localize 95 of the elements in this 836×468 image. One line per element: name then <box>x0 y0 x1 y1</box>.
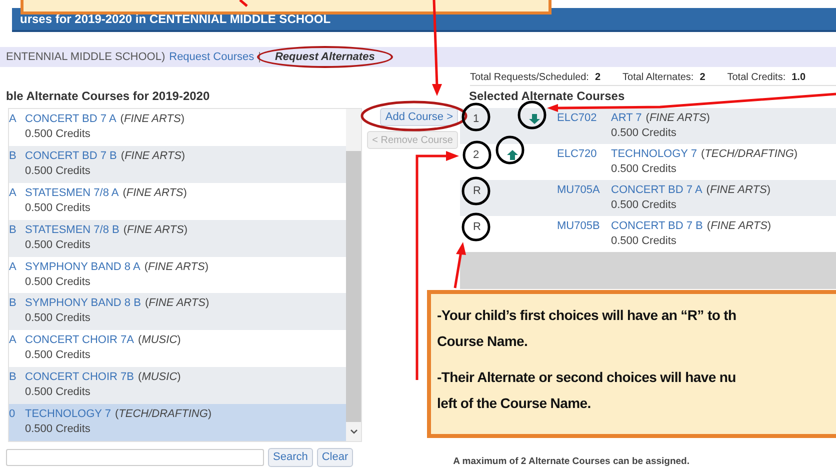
course-code: A <box>9 260 18 273</box>
course-credits: 0.500 Credits <box>25 386 92 398</box>
course-row[interactable]: B CONCERT BD 7 B (FINE ARTS) 0.500 Credits <box>9 146 346 183</box>
callout-text: Course Name. <box>437 332 529 351</box>
course-credits: 0.500 Credits <box>611 127 678 139</box>
rank-label: R <box>473 185 481 197</box>
course-link[interactable]: STATESMEN 7/8 A <box>25 186 119 199</box>
rank-label: 2 <box>473 149 480 161</box>
highlight-circle <box>462 102 490 132</box>
search-button[interactable]: Search <box>268 448 313 466</box>
course-code-link[interactable]: MU705B <box>557 220 611 232</box>
search-field[interactable] <box>6 448 264 466</box>
total-label: Total Requests/Scheduled: <box>470 72 589 85</box>
course-credits: 0.500 Credits <box>25 423 92 436</box>
course-link[interactable]: CONCERT BD 7 B <box>611 220 703 232</box>
course-credits: 0.500 Credits <box>25 202 92 214</box>
course-department: (FINE ARTS) <box>123 224 188 236</box>
course-link[interactable]: CONCERT CHOIR 7A <box>25 334 134 346</box>
course-link[interactable]: CONCERT CHOIR 7B <box>25 371 134 384</box>
course-link[interactable]: CONCERT BD 7 A <box>25 113 116 125</box>
course-code-link[interactable]: ELC702 <box>557 112 611 124</box>
course-link[interactable]: SYMPHONY BAND 8 B <box>25 297 141 310</box>
course-code: B <box>9 297 18 310</box>
highlight-circle <box>518 100 546 130</box>
total-value: 1.0 <box>792 72 806 85</box>
course-department: (FINE ARTS) <box>120 150 186 162</box>
clear-button[interactable]: Clear <box>316 448 354 466</box>
course-department: (MUSIC) <box>138 334 181 346</box>
course-credits: 0.500 Credits <box>25 276 92 288</box>
course-credits: 0.500 Credits <box>25 238 92 251</box>
highlight-circle <box>462 212 490 242</box>
section-heading: Selected Alternate Courses <box>468 89 625 103</box>
course-department: (FINE ARTS) <box>646 112 710 124</box>
breadcrumb-text: ENTENNIAL MIDDLE SCHOOL) <box>6 51 166 63</box>
course-department: (MUSIC) <box>138 371 181 384</box>
scrollbar[interactable] <box>346 109 361 441</box>
breadcrumb-link[interactable]: Request Alternates <box>274 51 375 63</box>
highlight-circle <box>496 136 524 164</box>
move-up-icon[interactable] <box>507 150 518 160</box>
course-department: (FINE ARTS) <box>706 184 770 196</box>
course-department: (FINE ARTS) <box>144 260 209 273</box>
course-credits: 0.500 Credits <box>611 235 678 247</box>
course-code: A <box>9 113 18 125</box>
course-link[interactable]: TECHNOLOGY 7 <box>611 148 697 160</box>
callout-text: -Their Alternate or second choices will have nu <box>437 368 737 387</box>
course-credits: 0.500 Credits <box>25 312 92 324</box>
course-credits: 0.500 Credits <box>25 349 92 362</box>
course-row[interactable]: B SYMPHONY BAND 8 B (FINE ARTS) 0.500 Credits <box>9 293 346 330</box>
course-department: (FINE ARTS) <box>706 220 772 232</box>
callout-text: left of the Course Name. <box>437 394 592 413</box>
course-credits: 0.500 Credits <box>611 163 678 175</box>
course-department: (FINE ARTS) <box>120 113 184 125</box>
course-code: B <box>9 224 18 236</box>
highlight-circle <box>462 176 490 206</box>
course-department: (FINE ARTS) <box>144 297 210 310</box>
course-row[interactable]: 0 TECHNOLOGY 7 (TECH/DRAFTING) 0.500 Credits <box>9 404 346 442</box>
section-heading: ble Alternate Courses for 2019-2020 <box>5 89 211 103</box>
course-code: B <box>9 371 18 384</box>
total-label: Total Credits: <box>727 72 786 85</box>
course-link[interactable]: TECHNOLOGY 7 <box>25 408 111 420</box>
course-credits: 0.500 Credits <box>611 199 678 211</box>
course-link[interactable]: ART 7 <box>611 112 642 124</box>
course-department: (FINE ARTS) <box>122 186 187 199</box>
scrollbar-thumb[interactable] <box>346 151 361 422</box>
scroll-down-icon[interactable] <box>350 429 358 435</box>
course-link[interactable]: SYMPHONY BAND 8 A <box>25 260 140 273</box>
course-credits: 0.500 Credits <box>25 164 92 177</box>
course-department: (TECH/DRAFTING) <box>115 408 212 420</box>
move-down-icon[interactable] <box>529 114 540 124</box>
course-code-link[interactable]: ELC720 <box>557 148 611 160</box>
course-department: (TECH/DRAFTING) <box>701 148 798 160</box>
course-credits: 0.500 Credits <box>25 128 92 140</box>
course-link[interactable]: CONCERT BD 7 B <box>25 150 117 162</box>
course-code: 0 <box>9 408 16 420</box>
course-code: B <box>9 150 18 162</box>
rank-label: 1 <box>473 113 480 125</box>
course-row[interactable]: B STATESMEN 7/8 B (FINE ARTS) 0.500 Credits <box>9 220 346 257</box>
limit-note: A maximum of 2 Alternate Courses can be assigned. <box>453 454 690 466</box>
selected-course-row[interactable]: 1 ELC702 ART 7 (FINE ARTS) 0.500 Credits <box>460 108 836 144</box>
course-code-link[interactable]: MU705A <box>557 184 611 196</box>
course-code: A <box>9 334 18 346</box>
total-value: 2 <box>700 72 706 85</box>
course-row[interactable]: B CONCERT CHOIR 7B (MUSIC) 0.500 Credits <box>9 367 346 404</box>
callout-text: -Your child’s first choices will have an “R” to th <box>437 306 738 325</box>
add-course-button[interactable]: Add Course > <box>380 108 458 126</box>
course-link[interactable]: STATESMEN 7/8 B <box>25 224 120 236</box>
highlight-circle <box>462 140 492 170</box>
course-link[interactable]: CONCERT BD 7 A <box>611 184 702 196</box>
course-row[interactable]: A SYMPHONY BAND 8 A (FINE ARTS) 0.500 Credits <box>9 256 346 294</box>
course-code: A <box>9 186 18 199</box>
total-label: Total Alternates: <box>622 72 694 85</box>
selected-course-row[interactable]: R MU705A CONCERT BD 7 A (FINE ARTS) 0.500 Credits <box>460 180 836 216</box>
total-value: 2 <box>594 72 601 85</box>
rank-label: R <box>473 221 481 233</box>
breadcrumb-link[interactable]: Request Courses <box>169 51 254 63</box>
